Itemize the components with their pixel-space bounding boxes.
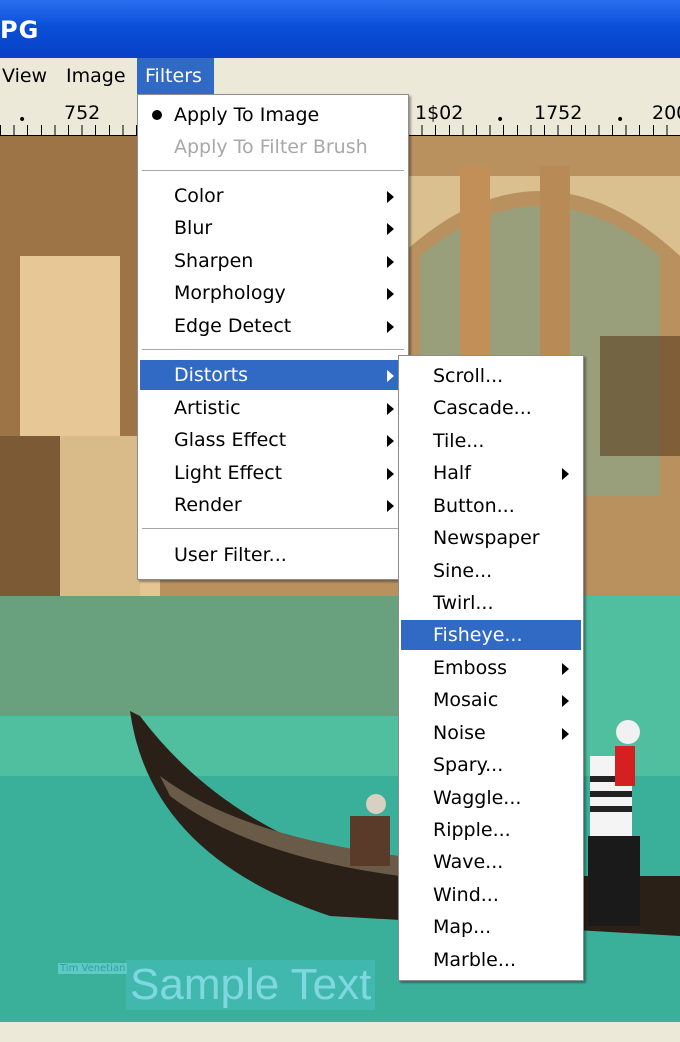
submenu-arrow-icon: [387, 321, 394, 333]
menu-item-render[interactable]: Render: [140, 490, 406, 520]
menu-item-blur[interactable]: Blur: [140, 213, 406, 243]
menu-item-glass-effect[interactable]: Glass Effect: [140, 425, 406, 455]
filters-menu: Apply To Image Apply To Filter Brush Col…: [137, 94, 409, 580]
submenu-item-wave[interactable]: Wave...: [401, 847, 581, 877]
submenu-item-mosaic[interactable]: Mosaic: [401, 685, 581, 715]
submenu-arrow-icon: [562, 728, 569, 740]
distorts-submenu: Scroll... Cascade... Tile... Half Button…: [398, 355, 584, 981]
menu-item-distorts[interactable]: Distorts: [140, 360, 406, 390]
ruler-label: 752: [64, 102, 101, 124]
submenu-item-noise[interactable]: Noise: [401, 718, 581, 748]
menu-image[interactable]: Image: [58, 58, 134, 94]
menu-item-light-effect[interactable]: Light Effect: [140, 458, 406, 488]
submenu-item-ripple[interactable]: Ripple...: [401, 815, 581, 845]
submenu-arrow-icon: [562, 468, 569, 480]
sample-text-layer[interactable]: Sample Text: [126, 960, 376, 1010]
menu-item-sharpen[interactable]: Sharpen: [140, 246, 406, 276]
menu-item-artistic[interactable]: Artistic: [140, 393, 406, 423]
menu-separator: [142, 170, 404, 172]
submenu-item-wind[interactable]: Wind...: [401, 880, 581, 910]
menu-separator: [142, 349, 404, 351]
submenu-arrow-icon: [387, 403, 394, 415]
window-title: PG: [0, 16, 40, 44]
submenu-arrow-icon: [387, 191, 394, 203]
ruler-label: 200: [652, 102, 680, 124]
ruler-label: 1$02: [415, 102, 464, 124]
submenu-item-tile[interactable]: Tile...: [401, 426, 581, 456]
submenu-item-twirl[interactable]: Twirl...: [401, 588, 581, 618]
submenu-item-scroll[interactable]: Scroll...: [401, 361, 581, 391]
submenu-arrow-icon: [387, 500, 394, 512]
submenu-arrow-icon: [387, 370, 394, 382]
menu-item-user-filter[interactable]: User Filter...: [140, 540, 406, 570]
submenu-item-waggle[interactable]: Waggle...: [401, 783, 581, 813]
title-bar: PG: [0, 0, 680, 58]
menu-item-morphology[interactable]: Morphology: [140, 278, 406, 308]
menu-item-color[interactable]: Color: [140, 181, 406, 211]
submenu-arrow-icon: [562, 695, 569, 707]
submenu-item-marble[interactable]: Marble...: [401, 945, 581, 975]
submenu-arrow-icon: [562, 663, 569, 675]
submenu-item-map[interactable]: Map...: [401, 912, 581, 942]
ruler-label: 1752: [534, 102, 583, 124]
status-bar: [0, 1022, 680, 1042]
submenu-arrow-icon: [387, 468, 394, 480]
menu-item-edge-detect[interactable]: Edge Detect: [140, 311, 406, 341]
menu-filters[interactable]: Filters: [137, 58, 214, 94]
menu-item-apply-to-image[interactable]: Apply To Image: [140, 100, 406, 130]
menu-view[interactable]: View: [0, 58, 55, 94]
menu-separator: [142, 528, 404, 530]
submenu-arrow-icon: [387, 256, 394, 268]
submenu-item-sine[interactable]: Sine...: [401, 556, 581, 586]
caption-small: Tim Venetian: [58, 963, 128, 974]
submenu-item-button[interactable]: Button...: [401, 491, 581, 521]
menu-item-apply-to-filter-brush: Apply To Filter Brush: [174, 136, 368, 158]
submenu-item-cascade[interactable]: Cascade...: [401, 393, 581, 423]
submenu-item-newspaper[interactable]: Newspaper: [401, 523, 581, 553]
menu-bar: View Image Filters: [0, 58, 680, 95]
submenu-item-spary[interactable]: Spary...: [401, 750, 581, 780]
submenu-arrow-icon: [387, 435, 394, 447]
radio-bullet-icon: [152, 110, 162, 120]
submenu-item-half[interactable]: Half: [401, 458, 581, 488]
submenu-arrow-icon: [387, 288, 394, 300]
submenu-arrow-icon: [387, 223, 394, 235]
submenu-item-fisheye[interactable]: Fisheye...: [401, 620, 581, 650]
submenu-item-emboss[interactable]: Emboss: [401, 653, 581, 683]
